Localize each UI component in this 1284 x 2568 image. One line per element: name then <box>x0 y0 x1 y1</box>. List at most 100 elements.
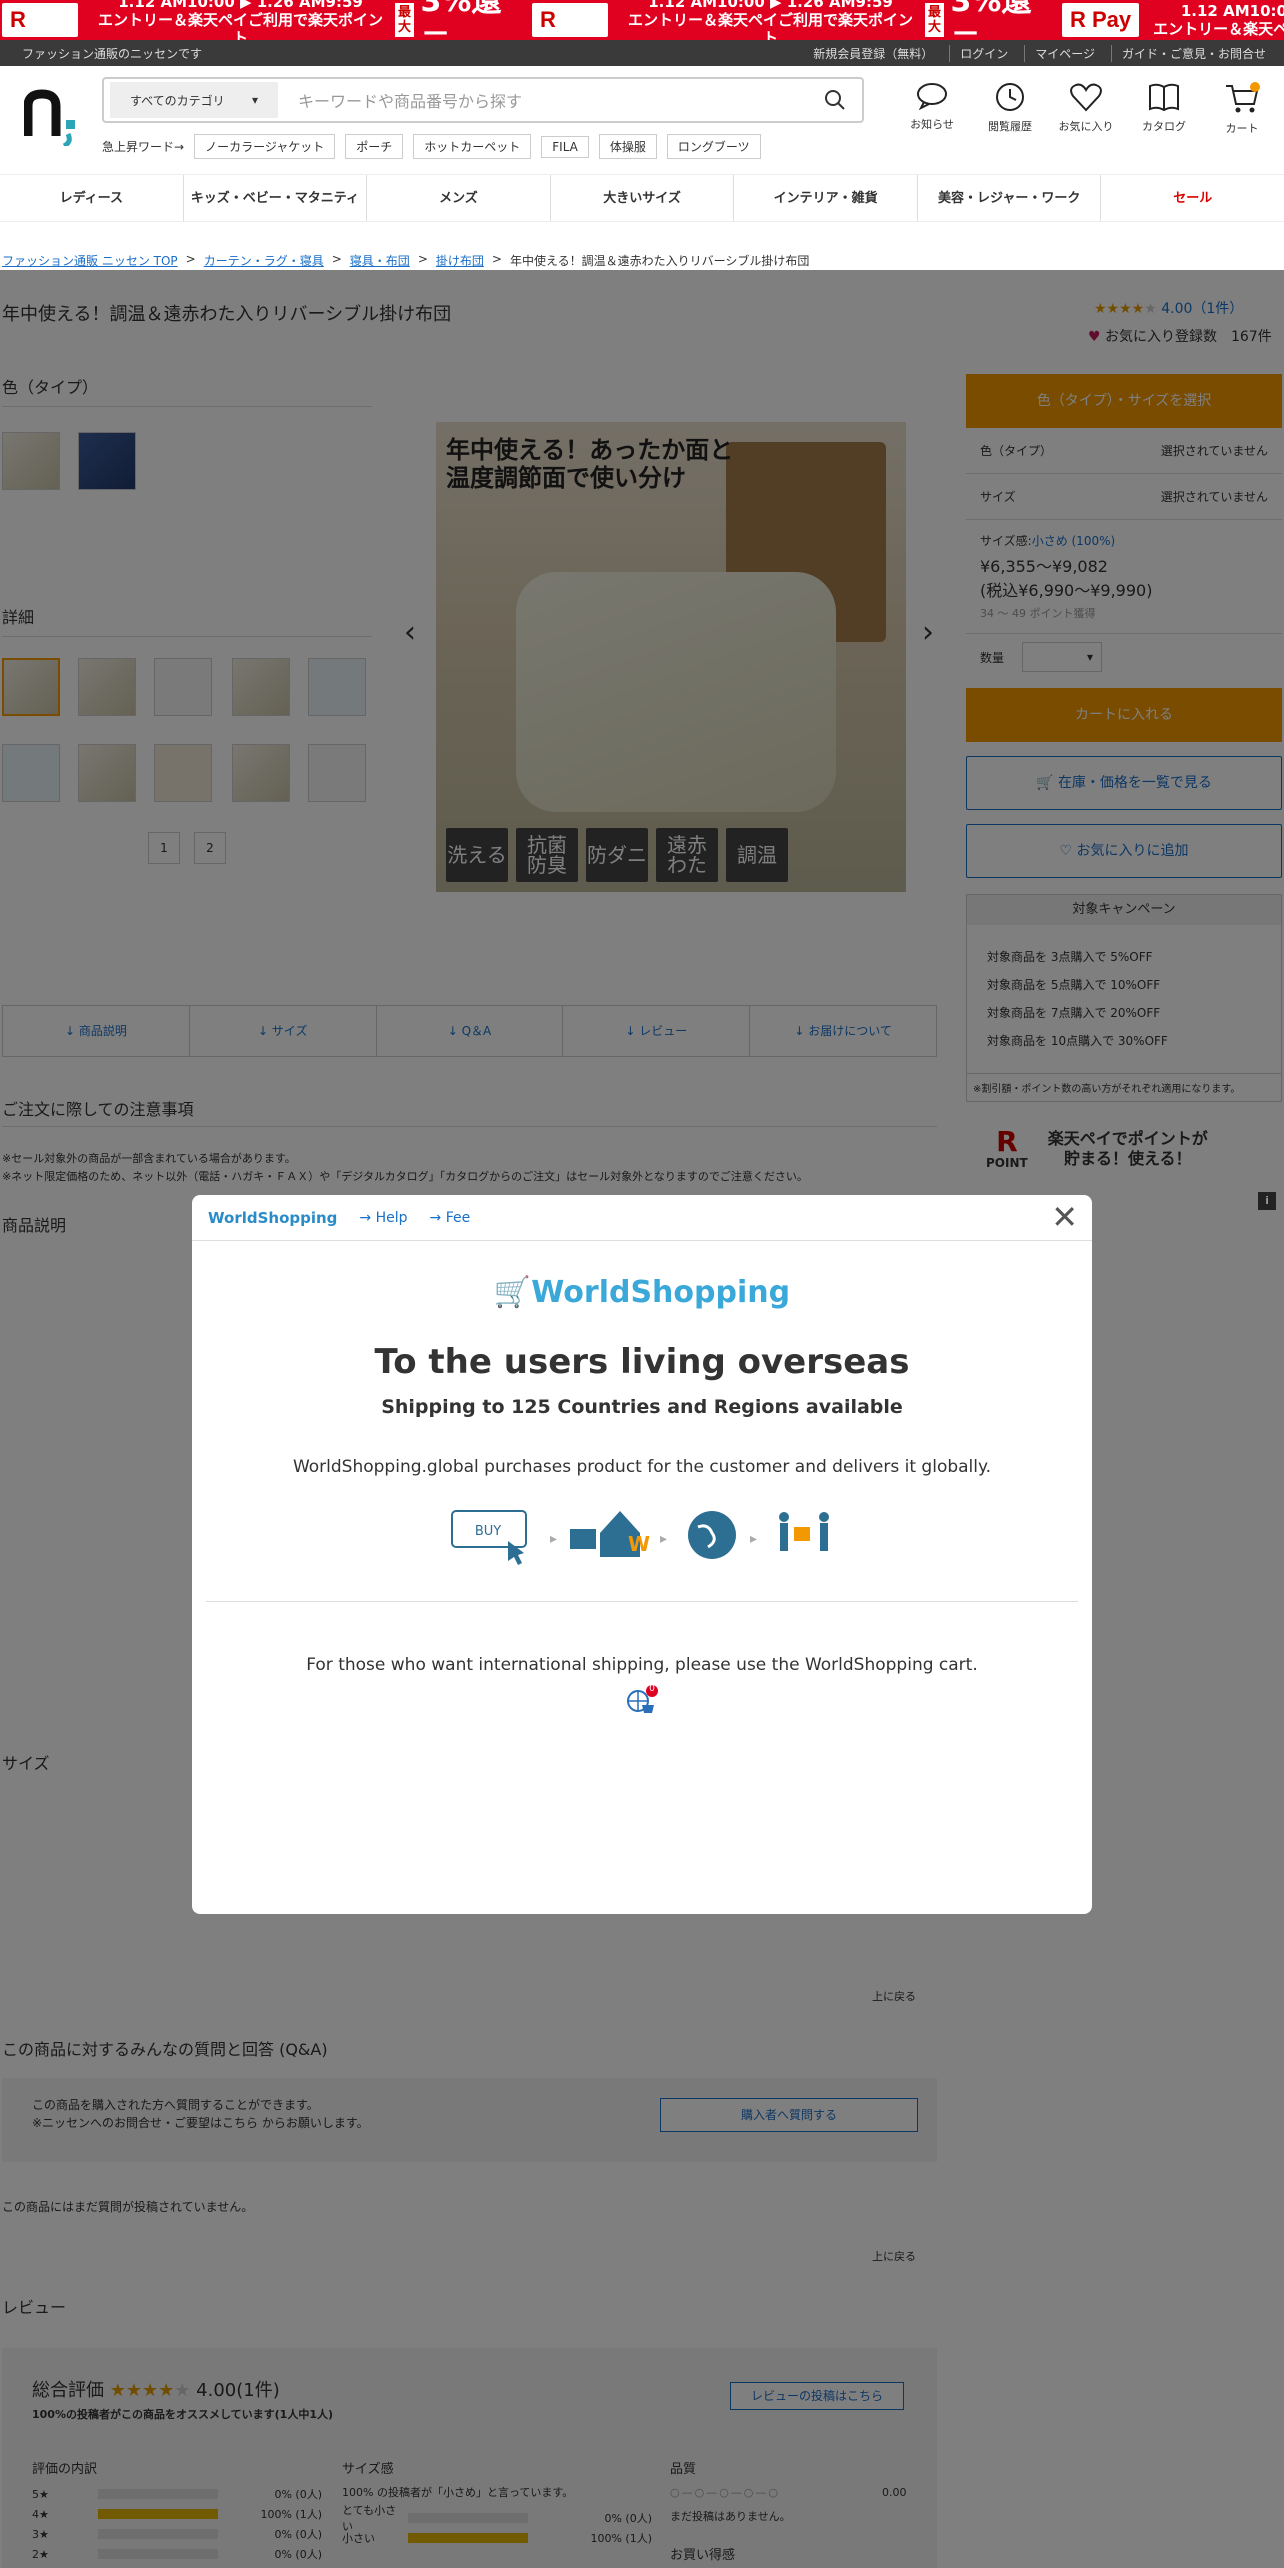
rpay-badge: R Pay <box>1062 3 1140 37</box>
cart-label: カート <box>1225 122 1259 135</box>
book-icon <box>1149 83 1179 112</box>
welcome-text: ファッション通販のニッセンです <box>22 47 203 61</box>
banner-dates: 1.12 AM10:00 ▶ 1.26 AM9:59 <box>648 0 893 11</box>
person-icon <box>779 1512 789 1522</box>
banner-pct: 3%還元 <box>950 0 1032 40</box>
step-arrow: ▸ <box>550 1531 557 1547</box>
truck-icon <box>570 1529 596 1549</box>
rpay-badge: R Pay <box>532 3 609 37</box>
info-icon[interactable]: i <box>1258 1192 1276 1210</box>
breadcrumb-link[interactable]: 掛け布団 <box>436 252 484 269</box>
help-label: Help <box>375 1209 408 1226</box>
cart-logo-icon: 🛒 <box>493 1275 532 1310</box>
close-icon[interactable]: ✕ <box>1051 1201 1078 1233</box>
category-nav: レディース キッズ・ベビー・マタニティ メンズ 大きいサイズ インテリア・雑貨 … <box>0 174 1284 222</box>
chevron-down-icon: ▾ <box>251 93 258 107</box>
fee-link[interactable]: → Fee <box>430 1210 471 1226</box>
process-steps: BUY ▸ W ▸ ▸ <box>451 1510 829 1565</box>
banner-text: エントリー＆楽天ペイご利用で楽天ポイント <box>98 11 384 40</box>
guide-link[interactable]: ガイド・ご意見・お問合せ <box>1110 45 1266 62</box>
worldshopping-modal: WorldShopping → Help → Fee ✕ 🛒WorldShopp… <box>192 1195 1092 1914</box>
nav-ladies[interactable]: レディース <box>0 175 183 221</box>
nissen-logo[interactable] <box>24 86 84 146</box>
rising-word[interactable]: ロングブーツ <box>666 134 761 159</box>
banner-text: エントリー＆楽天ペイご利用で楽天ポイント <box>628 11 914 40</box>
clock-icon <box>996 83 1024 111</box>
category-select[interactable]: すべてのカテゴリ ▾ <box>110 82 278 118</box>
banner-max: 最大 <box>924 3 945 37</box>
person-icon <box>819 1512 829 1522</box>
banner-text: エントリー＆楽天ペイご利用で楽天ポイント <box>1153 20 1284 38</box>
worldshopping-logo: 🛒WorldShopping <box>192 1275 1092 1310</box>
breadcrumb-sep: > <box>491 252 502 266</box>
buy-step-text: BUY <box>475 1524 501 1539</box>
rising-words: 急上昇ワード→ ノーカラージャケット ポーチ ホットカーペット FILA 体操服… <box>102 134 761 159</box>
cursor-icon <box>508 1541 524 1565</box>
category-select-label: すべてのカテゴリ <box>130 93 225 108</box>
step-arrow: ▸ <box>750 1531 757 1547</box>
cart-count: 0 <box>649 1684 655 1694</box>
rising-word[interactable]: ポーチ <box>345 134 404 159</box>
nav-kids[interactable]: キッズ・ベビー・マタニティ <box>182 175 367 221</box>
utility-bar: ファッション通販のニッセンです 新規会員登録（無料） ログイン マイページ ガイ… <box>0 40 1284 66</box>
promo-banner[interactable]: R Pay1.12 AM10:00 ▶ 1.26 AM9:59エントリー＆楽天ペ… <box>0 0 1284 40</box>
banner-max: 最大 <box>394 3 415 37</box>
catalog-label: カタログ <box>1142 120 1186 133</box>
search-input[interactable]: キーワードや商品番号から探す <box>278 88 808 112</box>
nav-beauty[interactable]: 美容・レジャー・ワーク <box>916 175 1101 221</box>
rising-label: 急上昇ワード→ <box>102 140 185 154</box>
fee-label: Fee <box>445 1209 471 1226</box>
modal-description: WorldShopping.global purchases product f… <box>292 1457 992 1477</box>
nav-large-sizes[interactable]: 大きいサイズ <box>549 175 734 221</box>
modal-subtitle: Shipping to 125 Countries and Regions av… <box>381 1396 903 1418</box>
step-arrow: ▸ <box>660 1531 667 1547</box>
banner-dates: 1.12 AM10:00 ▶ 1.26 AM9:59 <box>1180 2 1284 20</box>
w-logo-icon: W <box>628 1532 650 1556</box>
search-icon <box>825 90 845 110</box>
rising-word[interactable]: FILA <box>541 135 589 158</box>
search-button[interactable] <box>808 89 862 111</box>
rising-word[interactable]: 体操服 <box>598 134 657 159</box>
rising-word[interactable]: ホットカーペット <box>413 134 532 159</box>
modal-footer-text: For those who want international shippin… <box>306 1655 978 1675</box>
cart-icon <box>1226 82 1260 113</box>
arrow-right-icon: → <box>429 1209 442 1226</box>
mypage-link[interactable]: マイページ <box>1024 45 1095 62</box>
register-link[interactable]: 新規会員登録（無料） <box>803 45 933 62</box>
help-link[interactable]: → Help <box>359 1210 407 1226</box>
nav-mens[interactable]: メンズ <box>366 175 550 221</box>
nav-interior[interactable]: インテリア・雑貨 <box>733 175 917 221</box>
breadcrumb-link[interactable]: カーテン・ラグ・寝具 <box>204 252 324 269</box>
notification-label: お知らせ <box>910 118 954 131</box>
rpay-badge: R Pay <box>2 3 79 37</box>
banner-pct: 3%還元 <box>420 0 502 40</box>
catalog-button[interactable]: カタログ <box>1132 82 1196 134</box>
site-header: すべてのカテゴリ ▾ キーワードや商品番号から探す 急上昇ワード→ ノーカラージャ… <box>0 66 1284 174</box>
arrow-right-icon: → <box>359 1209 372 1226</box>
heart-icon <box>1070 83 1102 112</box>
worldshopping-cart-button[interactable]: 0 <box>624 1683 660 1719</box>
breadcrumb-sep: > <box>417 252 428 266</box>
modal-title: To the users living overseas <box>374 1342 910 1382</box>
worldshopping-logo-text: WorldShopping <box>531 1275 791 1310</box>
cart-button[interactable]: カート <box>1210 82 1274 136</box>
search-bar: すべてのカテゴリ ▾ キーワードや商品番号から探す <box>102 77 864 123</box>
worldshopping-logo-small[interactable]: WorldShopping <box>208 1209 337 1227</box>
breadcrumb-sep: > <box>185 252 196 266</box>
breadcrumb-link[interactable]: ファッション通販 ニッセン TOP <box>2 252 178 269</box>
breadcrumb-current: 年中使える！調温＆遠赤わた入りリバーシブル掛け布団 <box>509 254 810 268</box>
modal-header: WorldShopping → Help → Fee <box>192 1195 1092 1241</box>
banner-dates: 1.12 AM10:00 ▶ 1.26 AM9:59 <box>118 0 363 11</box>
breadcrumb: ファッション通販 ニッセン TOP > カーテン・ラグ・寝具 > 寝具・布団 > 掛け… <box>2 252 809 269</box>
modal-divider <box>206 1601 1078 1602</box>
history-button[interactable]: 閲覧履歴 <box>978 82 1042 134</box>
notification-button[interactable]: お知らせ <box>900 82 964 132</box>
login-link[interactable]: ログイン <box>949 45 1008 62</box>
package-icon <box>794 1527 810 1541</box>
rising-word[interactable]: ノーカラージャケット <box>194 134 336 159</box>
nav-sale[interactable]: セール <box>1100 175 1284 221</box>
breadcrumb-link[interactable]: 寝具・布団 <box>350 252 410 269</box>
chat-bubble-icon <box>917 83 947 110</box>
breadcrumb-sep: > <box>331 252 342 266</box>
favorites-button[interactable]: お気に入り <box>1054 82 1118 134</box>
